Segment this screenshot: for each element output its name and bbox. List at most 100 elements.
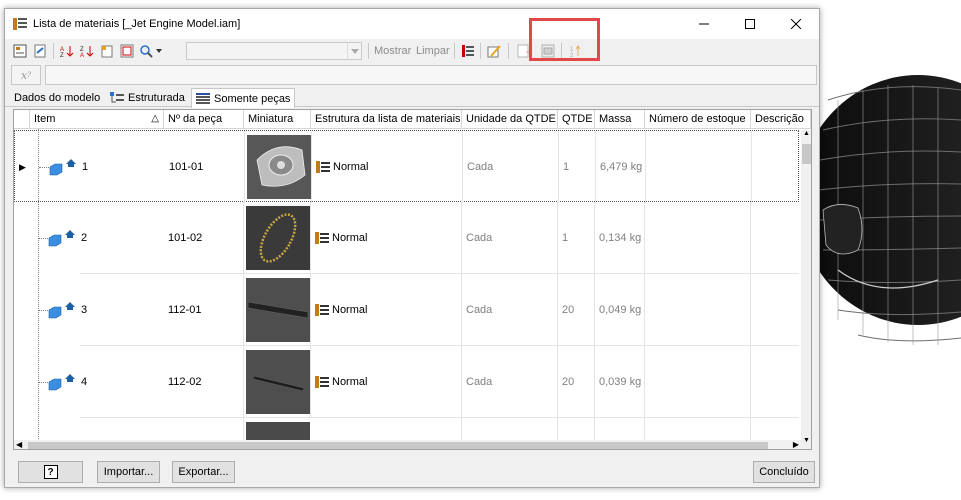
formula-button[interactable]: x? xyxy=(11,65,41,85)
stock-number-cell[interactable] xyxy=(645,202,751,274)
qty-cell[interactable]: 1 xyxy=(558,202,595,274)
sort-ascending-icon[interactable]: AZ xyxy=(58,42,76,60)
minimize-icon xyxy=(699,23,709,25)
mass-cell[interactable]: 0,039 kg xyxy=(595,346,645,418)
filter-combo[interactable] xyxy=(186,42,362,60)
table-row[interactable] xyxy=(14,418,799,440)
bom-structure-cell[interactable]: Normal xyxy=(312,131,463,203)
column-header-mass[interactable]: Massa xyxy=(595,110,645,129)
minimize-button[interactable] xyxy=(681,9,727,39)
tab-structured[interactable]: Estruturada xyxy=(106,88,189,107)
maximize-icon xyxy=(745,19,755,29)
tab-model-data[interactable]: Dados do modelo xyxy=(10,88,104,107)
column-label: Unidade da QTDE xyxy=(466,113,556,125)
tab-parts-only[interactable]: Somente peças xyxy=(191,88,296,108)
title-bar[interactable]: Lista de materiais [_Jet Engine Model.ia… xyxy=(5,9,819,39)
renumber-icon[interactable] xyxy=(98,42,116,60)
unit-cell[interactable]: Cada xyxy=(462,274,558,346)
stock-number-cell[interactable] xyxy=(645,274,751,346)
vertical-scrollbar[interactable]: ▲ ▼ xyxy=(801,130,811,449)
mass-cell[interactable]: 6,479 kg xyxy=(596,131,646,203)
unit-cell[interactable]: Cada xyxy=(462,346,558,418)
show-button[interactable]: Mostrar xyxy=(374,45,411,57)
bom-view-icon[interactable] xyxy=(11,42,29,60)
item-number: 3 xyxy=(81,304,88,316)
bom-structure-value: Normal xyxy=(332,232,368,244)
unit-cell[interactable]: Cada xyxy=(463,131,559,203)
unit-cell[interactable]: Cada xyxy=(462,202,558,274)
scroll-thumb[interactable] xyxy=(802,144,811,164)
edit-property-icon[interactable] xyxy=(485,42,503,60)
column-header-bom-structure[interactable]: Estrutura da lista de materiais xyxy=(311,110,462,129)
item-settings-icon[interactable] xyxy=(118,42,136,60)
find-icon[interactable] xyxy=(138,42,164,60)
jet-engine-model-graphic xyxy=(818,75,961,345)
column-header-qty[interactable]: QTDE xyxy=(558,110,595,129)
bom-structure-icon xyxy=(315,232,329,244)
description-cell[interactable] xyxy=(751,346,799,418)
table-row[interactable]: 3 112-01 Normal Cada 20 0,049 kg xyxy=(14,274,799,346)
column-header-stock-number[interactable]: Número de estoque xyxy=(645,110,751,129)
column-label: Estrutura da lista de materiais xyxy=(315,113,461,125)
qty-cell[interactable]: 1 xyxy=(559,131,596,203)
clear-button[interactable]: Limpar xyxy=(416,45,450,57)
scroll-up-icon[interactable]: ▲ xyxy=(801,130,811,142)
qty-cell[interactable]: 20 xyxy=(558,274,595,346)
partial-thumbnail xyxy=(246,422,310,440)
stock-number-cell[interactable] xyxy=(645,346,751,418)
column-header-item[interactable]: Item △ xyxy=(30,110,164,129)
maximize-button[interactable] xyxy=(727,9,773,39)
done-button[interactable]: Concluído xyxy=(753,461,815,483)
part-number-cell[interactable]: 112-02 xyxy=(164,346,244,418)
column-label: Massa xyxy=(599,113,632,125)
description-cell[interactable] xyxy=(751,274,799,346)
part-number-cell[interactable]: 101-01 xyxy=(165,131,245,203)
sort-descending-icon[interactable]: ZA xyxy=(78,42,96,60)
description-cell[interactable] xyxy=(751,202,799,274)
item-number: 4 xyxy=(81,376,88,388)
formula-input[interactable] xyxy=(45,65,817,85)
table-row[interactable]: ▶ 1 101-01 Normal Cada 1 6,479 kg xyxy=(14,130,800,203)
table-row[interactable]: 4 112-02 Normal Cada 20 0,039 kg xyxy=(14,346,799,418)
bom-structure-cell[interactable]: Normal xyxy=(311,346,462,418)
scroll-left-icon[interactable]: ◀ xyxy=(16,440,22,449)
part-number-cell[interactable]: 112-01 xyxy=(164,274,244,346)
mass-cell[interactable]: 0,134 kg xyxy=(595,202,645,274)
import-button[interactable]: Importar... xyxy=(97,461,160,483)
grid-header: Item △ Nº da peça Miniatura Estrutura da… xyxy=(14,110,811,129)
row-header-corner xyxy=(14,110,30,129)
column-label: Miniatura xyxy=(248,113,294,125)
column-header-unit[interactable]: Unidade da QTDE xyxy=(462,110,558,129)
part-icon xyxy=(48,302,75,319)
stock-number-cell[interactable] xyxy=(646,131,752,203)
bom-structure-cell[interactable]: Normal xyxy=(311,202,462,274)
bom-structure-value: Normal xyxy=(333,161,369,173)
description-cell[interactable] xyxy=(752,131,800,203)
parts-list-icon xyxy=(196,92,210,104)
scroll-down-icon[interactable]: ▼ xyxy=(801,437,811,449)
qty-cell[interactable]: 20 xyxy=(558,346,595,418)
column-header-thumbnail[interactable]: Miniatura xyxy=(244,110,311,129)
export-icon[interactable] xyxy=(31,42,49,60)
export-button[interactable]: Exportar... xyxy=(172,461,235,483)
scroll-thumb[interactable] xyxy=(28,442,768,449)
help-icon: ? xyxy=(43,465,58,479)
part-icon xyxy=(48,374,75,391)
close-button[interactable] xyxy=(773,9,819,39)
bom-structure-cell[interactable]: Normal xyxy=(311,274,462,346)
svg-text:Z: Z xyxy=(60,53,64,58)
column-header-part-number[interactable]: Nº da peça xyxy=(164,110,244,129)
column-header-description[interactable]: Descrição xyxy=(751,110,811,129)
mass-cell[interactable]: 0,049 kg xyxy=(595,274,645,346)
column-chooser-icon[interactable] xyxy=(459,42,477,60)
table-row[interactable]: 2 101-02 Normal Cada 1 0,134 kg xyxy=(14,202,799,274)
column-label: Item xyxy=(34,113,56,125)
highlight-annotation xyxy=(529,18,600,61)
part-icon xyxy=(48,230,75,247)
help-button[interactable]: ? xyxy=(18,461,83,483)
horizontal-scrollbar[interactable]: ◀ ▶ xyxy=(14,440,801,449)
pin-thumbnail xyxy=(246,350,310,414)
part-number-cell[interactable]: 101-02 xyxy=(164,202,244,274)
close-icon xyxy=(791,19,801,29)
scroll-right-icon[interactable]: ▶ xyxy=(793,440,799,449)
